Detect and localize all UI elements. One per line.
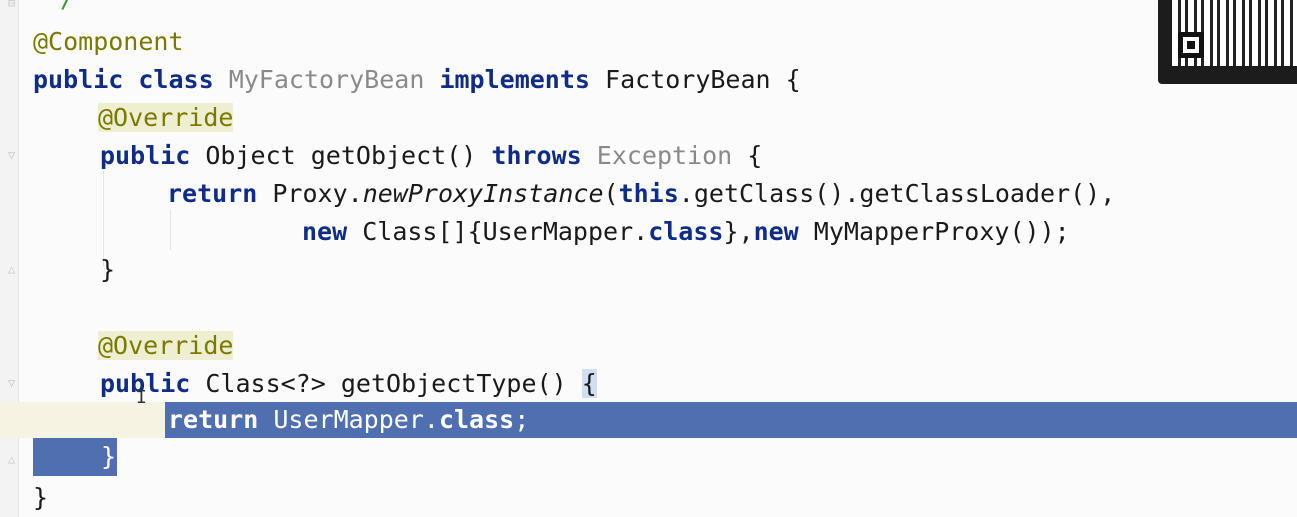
text-cursor-icon: I <box>136 387 147 408</box>
brace: { <box>747 141 763 170</box>
mapper-ref: UserMapper. <box>273 405 439 434</box>
brace: { <box>581 369 597 398</box>
class-array: Class[]{UserMapper. <box>362 217 649 246</box>
keyword: class <box>138 65 214 94</box>
text-selection[interactable]: return UserMapper.class; <box>165 402 1297 438</box>
semicolon: ; <box>514 405 530 434</box>
keyword: new <box>302 217 348 246</box>
keyword: class <box>648 217 724 246</box>
annotation-text: @Override <box>98 331 234 360</box>
class-declaration: public class MyFactoryBean implements Fa… <box>33 61 801 99</box>
exception-type: Exception <box>596 141 733 170</box>
brace: { <box>785 65 801 94</box>
keyword: this <box>618 179 679 208</box>
annotation-component: @Component <box>33 27 184 56</box>
keyword: return <box>168 405 259 434</box>
get-object-declaration: public Object getObject() throws Excepti… <box>100 137 762 175</box>
indent-guide <box>170 210 171 250</box>
array-close: }, <box>723 217 754 246</box>
keyword: implements <box>439 65 590 94</box>
call-chain: .getClass().getClassLoader(), <box>678 179 1116 208</box>
interface-name: FactoryBean <box>605 65 771 94</box>
get-object-type-declaration: public Class<?> getObjectType() { <box>100 365 597 403</box>
keyword: public <box>100 141 191 170</box>
return-mapper-line: return UserMapper.class; <box>168 402 529 438</box>
method-name: getObjectType() <box>340 369 567 398</box>
class-close-brace: } <box>33 483 49 512</box>
qr-finder-pattern <box>1178 32 1204 58</box>
paren: ( <box>603 179 619 208</box>
text-selection[interactable]: } <box>33 438 117 476</box>
proxy-class: Proxy. <box>272 179 363 208</box>
constructor-call: MyMapperProxy()); <box>813 217 1070 246</box>
return-proxy-line: return Proxy.newProxyInstance(this.getCl… <box>167 175 1115 213</box>
keyword: throws <box>491 141 582 170</box>
qr-code-icon <box>1158 0 1297 84</box>
keyword: new <box>753 217 799 246</box>
keyword: public <box>33 65 124 94</box>
keyword: return <box>167 179 258 208</box>
method-name: getObject() <box>310 141 477 170</box>
code-editor[interactable]: */ @Component public class MyFactoryBean… <box>0 0 1297 517</box>
override-annotation: @Override <box>98 99 234 137</box>
return-type: Class<?> <box>205 369 326 398</box>
proxy-args-line: new Class[]{UserMapper.class},new MyMapp… <box>302 213 1070 251</box>
return-type: Object <box>205 141 296 170</box>
static-method: newProxyInstance <box>362 179 604 208</box>
close-brace: } <box>100 255 116 284</box>
keyword: class <box>438 405 515 434</box>
annotation-text: @Override <box>98 103 234 132</box>
comment-end: */ <box>45 0 75 18</box>
class-name: MyFactoryBean <box>228 65 425 94</box>
close-brace: } <box>101 442 117 471</box>
override-annotation: @Override <box>98 327 234 365</box>
